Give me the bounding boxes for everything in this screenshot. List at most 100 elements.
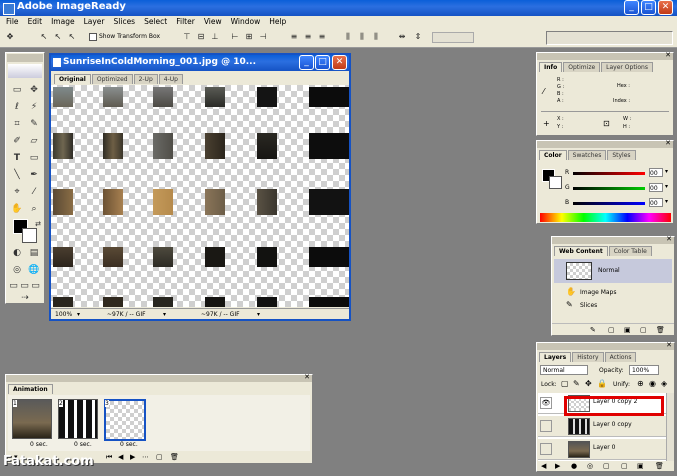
- add-mask-icon[interactable]: ●: [571, 461, 577, 471]
- play-icon[interactable]: ▶: [130, 452, 135, 463]
- status-2-dropdown-icon[interactable]: ▾: [257, 309, 260, 320]
- zoom-tool-icon[interactable]: ⌕: [27, 202, 41, 216]
- color-g-field[interactable]: 00: [649, 183, 663, 192]
- web-content-slices[interactable]: Slices: [580, 302, 597, 309]
- panel-close-icon[interactable]: ✕: [665, 139, 671, 147]
- opacity-field[interactable]: 100%: [629, 365, 659, 375]
- delete-layer-icon[interactable]: 🗑: [655, 461, 664, 471]
- jump-to-photoshop-icon[interactable]: ⇢: [18, 291, 32, 305]
- color-b-field[interactable]: 00: [649, 198, 663, 207]
- menu-layer[interactable]: Layer: [84, 16, 105, 28]
- distribute-left-icon[interactable]: ⫼: [342, 31, 354, 43]
- move-tool-icon[interactable]: ✥: [27, 83, 41, 97]
- align-left-icon[interactable]: ⊢: [229, 31, 241, 43]
- frame-1[interactable]: [12, 399, 52, 439]
- tween-icon[interactable]: ⋯: [142, 452, 149, 463]
- layer-name[interactable]: Layer 0: [593, 444, 615, 451]
- eyedropper-icon[interactable]: ⁄: [27, 185, 41, 199]
- pointer-icon[interactable]: ↖: [52, 31, 64, 43]
- eye-icon[interactable]: [540, 420, 552, 432]
- doc-minimize-button[interactable]: _: [299, 55, 314, 70]
- slice-tool-icon[interactable]: ✎: [27, 117, 41, 131]
- type-tool-icon[interactable]: T: [10, 151, 24, 165]
- frame-1-delay[interactable]: 0 sec.: [30, 441, 48, 448]
- distribute-right-icon[interactable]: ⫼: [370, 31, 382, 43]
- lock-position-icon[interactable]: ✥: [585, 379, 592, 388]
- align-bottom-icon[interactable]: ⊥: [209, 31, 221, 43]
- lasso-tool-icon[interactable]: ℓ: [10, 100, 24, 114]
- g-dropdown-icon[interactable]: ▾: [665, 183, 668, 190]
- new-rollover-icon[interactable]: ▢: [608, 324, 615, 336]
- distribute-top-icon[interactable]: ≡: [288, 31, 300, 43]
- tab-layer-options[interactable]: Layer Options: [601, 62, 653, 72]
- swap-colors-icon[interactable]: ⇄: [31, 217, 45, 231]
- blend-mode-select[interactable]: Normal: [540, 365, 588, 375]
- layer-style-icon[interactable]: ▶: [555, 461, 560, 471]
- crop-tool-icon[interactable]: ⌗: [10, 117, 24, 131]
- duplicate-icon[interactable]: ▣: [624, 324, 631, 336]
- image-map-visibility-icon[interactable]: ▤: [27, 246, 41, 260]
- minimize-button[interactable]: _: [624, 0, 639, 15]
- show-transform-checkbox[interactable]: [89, 33, 97, 41]
- web-content-image-maps[interactable]: Image Maps: [580, 289, 617, 296]
- lock-all-icon[interactable]: 🔒: [597, 379, 607, 388]
- hand-tool-icon[interactable]: ✋: [10, 202, 24, 216]
- frame-2[interactable]: [58, 399, 98, 439]
- delete-icon[interactable]: 🗑: [656, 324, 665, 336]
- close-button[interactable]: ✕: [658, 0, 673, 15]
- menu-edit[interactable]: Edit: [28, 16, 43, 28]
- tab-color-table[interactable]: Color Table: [608, 246, 652, 256]
- color-background-swatch[interactable]: [549, 176, 562, 189]
- first-frame-icon[interactable]: ⏮: [106, 452, 112, 463]
- new-set-icon[interactable]: ◎: [587, 461, 593, 471]
- canvas[interactable]: [51, 85, 349, 307]
- distribute-middle-icon[interactable]: ≡: [302, 31, 314, 43]
- layer-name[interactable]: Layer 0 copy: [593, 421, 632, 428]
- align-right-icon[interactable]: ⊣: [257, 31, 269, 43]
- align-top-icon[interactable]: ⊤: [181, 31, 193, 43]
- tab-styles[interactable]: Styles: [607, 150, 636, 160]
- frame-2-delay[interactable]: 0 sec.: [74, 441, 92, 448]
- spacing-vertical-icon[interactable]: ⇕: [412, 31, 424, 43]
- palette-well[interactable]: [546, 31, 673, 45]
- tab-4up[interactable]: 4-Up: [158, 74, 183, 84]
- frame-3-delay[interactable]: 0 sec.: [120, 441, 138, 448]
- zoom-level[interactable]: 100%: [55, 309, 72, 320]
- delete-frame-icon[interactable]: 🗑: [170, 452, 179, 463]
- tab-actions[interactable]: Actions: [604, 352, 637, 362]
- direct-select-icon[interactable]: ↖: [66, 31, 78, 43]
- frame-3[interactable]: [104, 399, 146, 441]
- marquee-tool-icon[interactable]: ▭: [10, 83, 24, 97]
- r-dropdown-icon[interactable]: ▾: [665, 168, 668, 175]
- tab-2up[interactable]: 2-Up: [133, 74, 158, 84]
- menu-view[interactable]: View: [204, 16, 222, 28]
- tab-original[interactable]: Original: [54, 74, 91, 84]
- menu-slices[interactable]: Slices: [114, 16, 136, 28]
- new-frame-icon[interactable]: ▢: [156, 452, 163, 463]
- menu-window[interactable]: Window: [231, 16, 261, 28]
- tab-layers[interactable]: Layers: [539, 352, 572, 362]
- color-r-field[interactable]: 00: [649, 168, 663, 177]
- prev-frame-icon[interactable]: ◀: [118, 452, 123, 463]
- lock-paint-icon[interactable]: ✎: [573, 379, 580, 388]
- menu-help[interactable]: Help: [269, 16, 286, 28]
- app-icon[interactable]: [3, 3, 15, 15]
- panel-close-icon[interactable]: ✕: [666, 235, 672, 243]
- eraser-tool-icon[interactable]: ▱: [27, 134, 41, 148]
- menu-image[interactable]: Image: [51, 16, 75, 28]
- auto-select-icon[interactable]: ↖: [38, 31, 50, 43]
- blue-slider[interactable]: [573, 202, 645, 205]
- browser-preview-icon[interactable]: 🌐: [27, 263, 41, 277]
- doc-maximize-button[interactable]: □: [315, 55, 330, 70]
- layer-row[interactable]: Layer 0 copy: [538, 416, 674, 437]
- menu-select[interactable]: Select: [144, 16, 167, 28]
- layers-scrollbar[interactable]: [666, 393, 674, 461]
- tab-optimized[interactable]: Optimized: [91, 74, 133, 84]
- duplicate-layer-icon[interactable]: ▣: [637, 461, 644, 471]
- new-state-icon[interactable]: ▢: [640, 324, 647, 336]
- menu-file[interactable]: File: [6, 16, 19, 28]
- panel-close-icon[interactable]: ✕: [304, 373, 310, 381]
- panel-close-icon[interactable]: ✕: [665, 51, 671, 59]
- magic-wand-icon[interactable]: ⚡: [27, 100, 41, 114]
- unify-position-icon[interactable]: ⊕: [637, 379, 644, 388]
